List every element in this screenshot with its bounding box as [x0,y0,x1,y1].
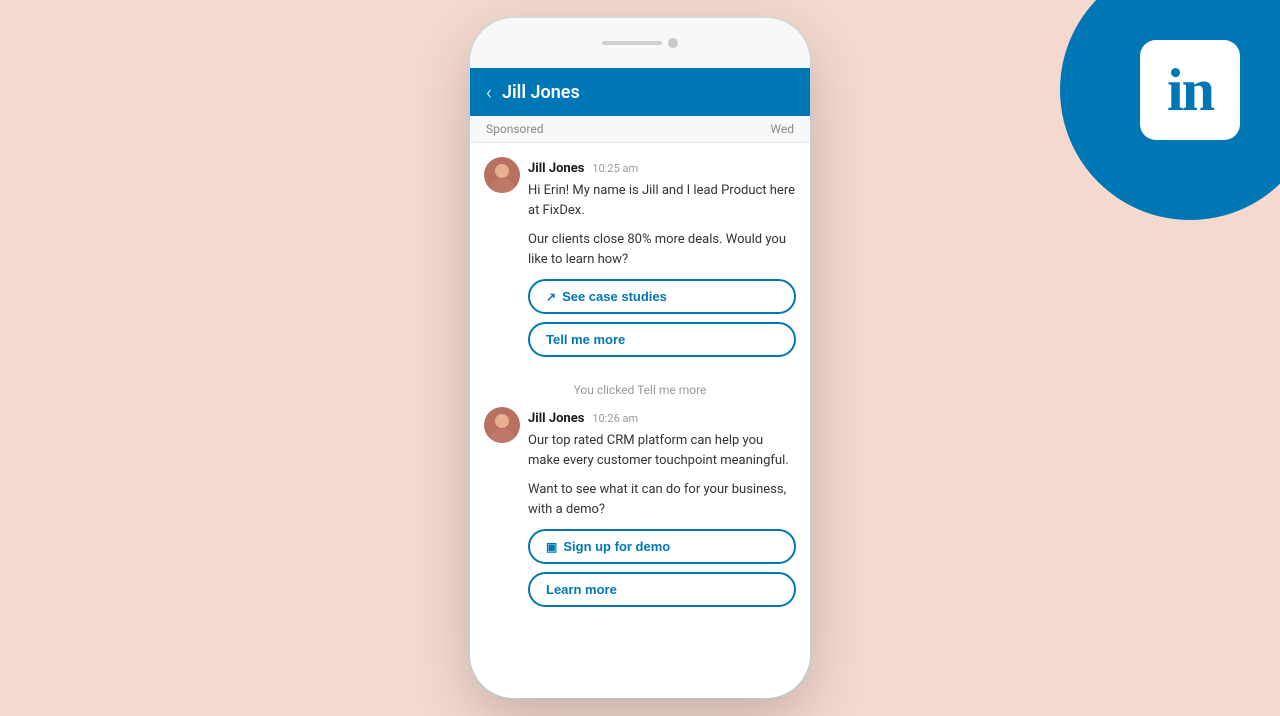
linkedin-in-text: in [1167,56,1213,125]
message-block-1: Jill Jones 10:25 am Hi Erin! My name is … [484,157,796,365]
message-para-1b: Our clients close 80% more deals. Would … [528,230,796,269]
linkedin-logo: in [1140,40,1240,140]
avatar-2 [484,407,520,443]
chat-area: Jill Jones 10:25 am Hi Erin! My name is … [470,143,810,698]
chat-header: ‹ Jill Jones [470,68,810,116]
linkedin-circle: in [1060,0,1280,220]
day-label: Wed [770,122,794,136]
buttons-group-2: ▣ Sign up for demo Learn more [528,529,796,615]
sender-name-1: Jill Jones [528,161,584,176]
see-case-studies-label: See case studies [562,289,667,304]
message-content-2: Jill Jones 10:26 am Our top rated CRM pl… [528,407,796,615]
avatar-1 [484,157,520,193]
tell-me-more-button[interactable]: Tell me more [528,322,796,357]
phone-notch-line [602,41,662,45]
back-button[interactable]: ‹ [486,80,492,104]
message-para-1a: Hi Erin! My name is Jill and I lead Prod… [528,181,796,220]
tell-me-more-label: Tell me more [546,332,625,347]
phone-container: ‹ Jill Jones Sponsored Wed [470,18,810,698]
message-block-2: Jill Jones 10:26 am Our top rated CRM pl… [484,407,796,615]
sign-up-demo-button[interactable]: ▣ Sign up for demo [528,529,796,564]
message-time-1: 10:25 am [592,162,638,175]
clicked-status-text: You clicked Tell me more [484,383,796,397]
chat-contact-name: Jill Jones [502,82,580,103]
phone-status-bar [470,18,810,68]
calendar-icon: ▣ [546,540,557,554]
message-time-2: 10:26 am [592,412,638,425]
external-link-icon: ↗ [546,290,556,304]
phone-outer: ‹ Jill Jones Sponsored Wed [470,18,810,698]
sign-up-demo-label: Sign up for demo [563,539,670,554]
message-para-2b: Want to see what it can do for your busi… [528,480,796,519]
learn-more-label: Learn more [546,582,617,597]
buttons-group-1: ↗ See case studies Tell me more [528,279,796,365]
phone-notch [602,38,678,48]
sender-name-2: Jill Jones [528,411,584,426]
sponsored-label: Sponsored [486,122,543,136]
sender-line-1: Jill Jones 10:25 am [528,157,796,176]
sender-line-2: Jill Jones 10:26 am [528,407,796,426]
sponsored-bar: Sponsored Wed [470,116,810,143]
message-content-1: Jill Jones 10:25 am Hi Erin! My name is … [528,157,796,365]
message-para-2a: Our top rated CRM platform can help you … [528,431,796,470]
learn-more-button[interactable]: Learn more [528,572,796,607]
phone-camera [668,38,678,48]
see-case-studies-button[interactable]: ↗ See case studies [528,279,796,314]
